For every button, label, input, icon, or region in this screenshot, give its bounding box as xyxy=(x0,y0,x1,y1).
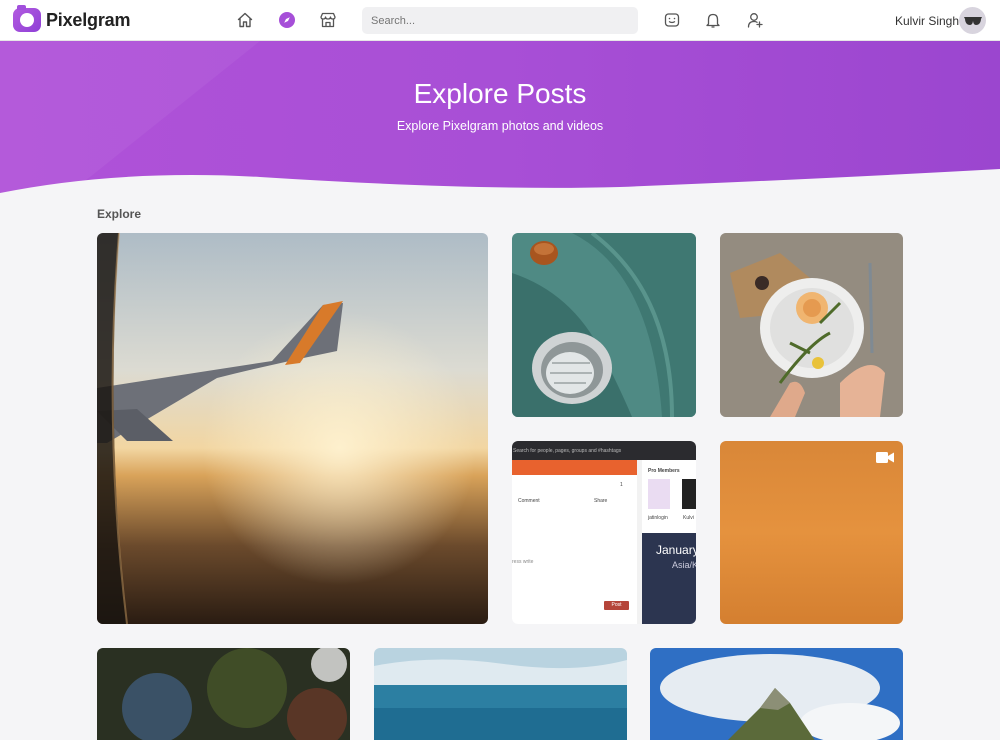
post-image xyxy=(512,233,696,417)
section-label: Explore xyxy=(97,207,142,221)
screenshot-region: Asia/K xyxy=(672,560,696,570)
screenshot-member-name: jatinlogin xyxy=(648,515,668,521)
page-title: Explore Posts xyxy=(413,78,587,109)
screenshot-calendar-panel: January Asia/K xyxy=(642,533,696,624)
store-icon[interactable] xyxy=(319,11,337,29)
screenshot-input-hint: ress write xyxy=(512,559,534,565)
app-logo[interactable]: Pixelgram xyxy=(13,5,131,32)
app-name: Pixelgram xyxy=(46,9,131,30)
page-subtitle: Explore Pixelgram photos and videos xyxy=(396,119,604,133)
user-avatar[interactable] xyxy=(959,7,986,34)
screenshot-post-card: 1 Comment Share ress write Post xyxy=(512,475,637,624)
post-image xyxy=(97,648,350,740)
video-icon xyxy=(876,451,894,464)
screenshot-members-title: Pro Members xyxy=(648,468,680,474)
post-tile-car[interactable] xyxy=(512,233,696,417)
search-input[interactable] xyxy=(362,7,638,34)
explore-icon[interactable] xyxy=(278,11,296,29)
screenshot-member-avatar xyxy=(682,479,696,509)
screenshot-month: January xyxy=(656,543,696,557)
post-tile-plate[interactable] xyxy=(720,233,903,417)
screenshot-comment-count: 1 xyxy=(620,482,623,488)
post-tile-ocean[interactable] xyxy=(374,648,627,740)
bell-icon[interactable] xyxy=(704,11,722,29)
screenshot-search-text: Search for people, pages, groups and #ha… xyxy=(512,441,696,460)
screenshot-share: Share xyxy=(594,498,608,504)
post-tile-mountain[interactable] xyxy=(650,648,903,740)
top-navigation-bar: Pixelgram Kulvir Singh xyxy=(0,0,1000,41)
screenshot-cover xyxy=(512,460,637,475)
hero-banner: Explore Posts Explore Pixelgram photos a… xyxy=(0,41,1000,201)
post-image xyxy=(97,233,488,624)
post-tile-airplane[interactable] xyxy=(97,233,488,624)
screenshot-member-avatar xyxy=(648,479,670,509)
post-image xyxy=(374,648,627,740)
camera-logo-icon xyxy=(13,5,41,32)
messenger-icon[interactable] xyxy=(663,11,681,29)
home-icon[interactable] xyxy=(236,11,254,29)
post-image xyxy=(720,233,903,417)
add-user-icon[interactable] xyxy=(746,11,764,29)
user-name[interactable]: Kulvir Singh xyxy=(895,14,959,28)
screenshot-comment: Comment xyxy=(518,498,540,504)
post-tile-bokeh[interactable] xyxy=(97,648,350,740)
screenshot-member-name: Kulvi xyxy=(683,515,694,521)
post-tile-screenshot[interactable]: Search for people, pages, groups and #ha… xyxy=(512,441,696,624)
post-tile-video[interactable] xyxy=(720,441,903,624)
screenshot-post-button: Post xyxy=(604,601,629,610)
post-image xyxy=(650,648,903,740)
